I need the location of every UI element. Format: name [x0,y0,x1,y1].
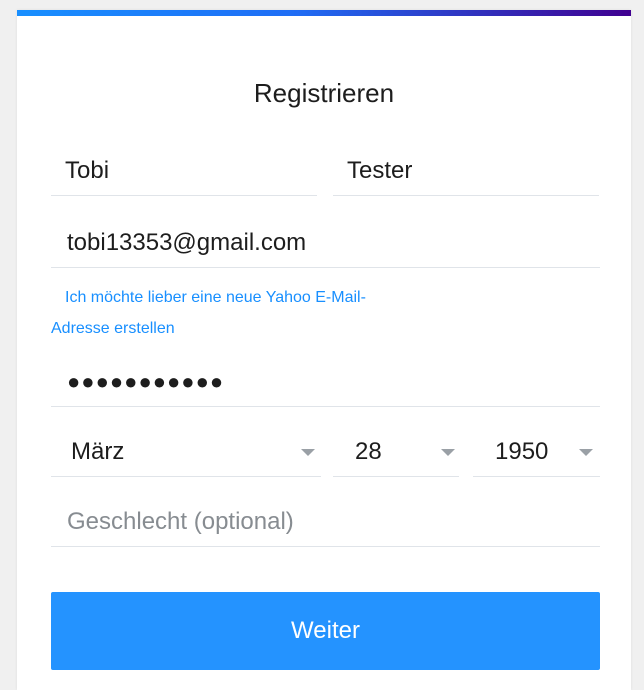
birth-year-value: 1950 [495,438,549,465]
email-field[interactable]: tobi13353@gmail.com [51,218,600,268]
page-title: Registrieren [253,78,395,108]
birth-day-value: 28 [355,438,382,465]
last-name-field[interactable]: Tester [333,146,599,196]
first-name-field[interactable]: Tobi [51,146,317,196]
birth-month-value: März [71,438,125,465]
create-yahoo-email-link-line2[interactable]: Adresse erstellen [51,313,175,345]
chevron-down-icon [579,449,593,456]
chevron-down-icon [441,449,455,456]
create-yahoo-email-link-line1[interactable]: Ich möchte lieber eine neue Yahoo E-Mail… [65,282,366,314]
brand-gradient-bar [17,10,631,16]
birth-day-select[interactable]: 28 [333,427,459,477]
gender-select[interactable]: Geschlecht (optional) [51,497,600,547]
continue-button[interactable]: Weiter [51,592,600,670]
birth-month-select[interactable]: März [51,427,321,477]
registration-card: Registrieren Tobi Tester tobi13353@gmail… [17,10,631,690]
birth-year-select[interactable]: 1950 [473,427,600,477]
password-field[interactable]: ●●●●●●●●●●● [51,357,600,407]
chevron-down-icon [301,449,315,456]
